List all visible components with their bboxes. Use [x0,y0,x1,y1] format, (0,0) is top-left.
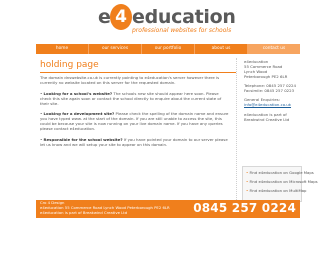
site-header: e 4 education professional websites for … [0,0,336,46]
nav-about-us[interactable]: about us [195,44,248,54]
intro-paragraph: The domain dnswebsite.co.uk is currently… [40,75,220,85]
logo-tagline: professional websites for schools [132,27,232,34]
logo-badge: 4 [110,4,132,30]
link-label: Find e4education on Google Maps [249,170,314,175]
link-label: Find e4education on MultiMap [249,188,307,193]
address-line: Peterborough PE2 6LR [244,74,288,79]
enquiries-email-link[interactable]: info@e4education.co.uk [244,102,291,108]
nav-home[interactable]: home [36,44,89,54]
nav-contact-us[interactable]: contact us [248,44,300,54]
footer-phone-number: 0845 257 0224 [193,201,296,215]
multimap-link[interactable]: • Find e4education on MultiMap [246,188,307,194]
main-nav: home our services our portfolio about us… [36,44,300,54]
site-footer: Cro 4 Design e4education 55 Commerce Roa… [36,200,300,218]
nav-our-services[interactable]: our services [89,44,142,54]
logo-wordmark: education [132,6,236,28]
title-divider [40,72,236,73]
logo-e: e [98,6,111,28]
main-content: holding page The domain dnswebsite.co.uk… [36,58,237,202]
nav-our-portfolio[interactable]: our portfolio [142,44,195,54]
microsoft-maps-link[interactable]: • Find e4education on Microsoft Maps [246,179,318,185]
bullet-development-site: • Looking for a development site? Please… [40,111,229,131]
google-maps-link[interactable]: • Find e4education on Google Maps [246,170,314,176]
maps-links-box: • Find e4education on Google Maps • Find… [242,166,318,202]
facsimile: Facsimile: 0845 257 0223 [244,88,295,93]
sidebar: e4education 55 Commerce Road Lynch Wood … [240,58,318,218]
bullet-responsible: • Responsible for the school website? If… [40,137,228,147]
footer-line: e4education is part of Breakwind Creativ… [40,210,128,215]
bullet-school-website: • Looking for a school's website? The sc… [40,91,222,106]
page-title: holding page [40,60,99,70]
part-of-line: Breakwind Creative Ltd [244,117,290,122]
link-label: Find e4education on Microsoft Maps [249,179,318,184]
